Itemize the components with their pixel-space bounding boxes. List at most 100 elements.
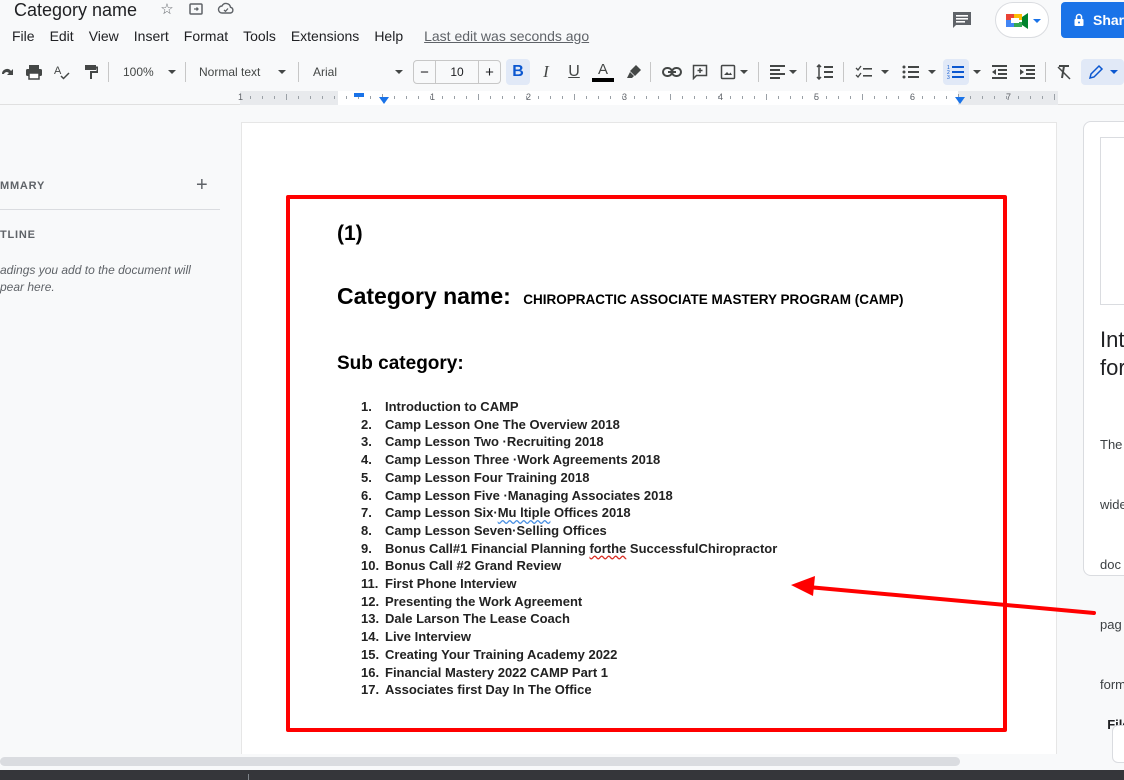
last-edit-link[interactable]: Last edit was seconds ago <box>424 28 589 44</box>
highlight-button[interactable] <box>623 56 645 88</box>
spellcheck-button[interactable]: A <box>52 56 72 88</box>
ruler-tick <box>850 96 851 99</box>
decrease-indent-button[interactable] <box>989 56 1011 88</box>
checklist-icon <box>855 65 872 78</box>
ruler-tick <box>946 96 947 99</box>
side-panel-toggle[interactable] <box>1112 725 1124 763</box>
print-button[interactable] <box>24 56 44 88</box>
first-line-indent-handle[interactable] <box>354 93 364 97</box>
toolbar-divider <box>298 62 299 82</box>
side-card-title: Int for <box>1100 327 1124 380</box>
chevron-down-icon <box>395 70 403 74</box>
toolbar-divider <box>758 62 759 82</box>
insert-image-button[interactable] <box>716 56 752 88</box>
increase-indent-button[interactable] <box>1017 56 1039 88</box>
google-meet-icon <box>1006 13 1041 29</box>
side-card-line: doc <box>1100 557 1121 572</box>
font-select[interactable]: Arial <box>307 56 407 88</box>
ruler-tick <box>514 96 515 99</box>
ruler-tick <box>694 96 695 99</box>
paint-format-button[interactable] <box>82 56 100 88</box>
menu-view[interactable]: View <box>89 28 119 44</box>
paint-format-icon <box>85 65 98 79</box>
zoom-select[interactable]: 100% <box>118 56 180 88</box>
chevron-down-icon <box>1109 70 1118 74</box>
lock-icon <box>1074 13 1084 26</box>
align-button[interactable] <box>766 56 800 88</box>
ruler-tick <box>454 96 455 99</box>
ruler-tick <box>370 96 371 99</box>
ruler-tick <box>1042 96 1043 99</box>
underline-button[interactable]: U <box>563 56 585 88</box>
redo-icon <box>2 69 13 75</box>
side-card-line: form <box>1100 677 1124 692</box>
print-icon <box>26 65 42 80</box>
ruler-tick <box>646 96 647 99</box>
menu-extensions[interactable]: Extensions <box>291 28 359 44</box>
italic-button[interactable]: I <box>535 56 557 88</box>
checklist-button[interactable] <box>851 56 893 88</box>
ruler-number: 1 <box>238 92 244 102</box>
zoom-value: 100% <box>123 65 154 79</box>
toolbar-divider <box>185 62 186 82</box>
ruler-tick <box>910 96 911 99</box>
paragraph-style-select[interactable]: Normal text <box>194 56 290 88</box>
ruler-tick <box>622 96 623 99</box>
ruler-tick <box>802 96 803 99</box>
left-indent-handle[interactable] <box>379 97 389 104</box>
taskbar-divider <box>248 774 249 780</box>
svg-text:A: A <box>54 65 62 77</box>
outline-empty-note: adings you add to the document will pear… <box>0 262 220 296</box>
add-comment-button[interactable] <box>689 56 711 88</box>
ruler-tick <box>586 96 587 99</box>
pencil-icon <box>1088 64 1103 80</box>
ruler-tick <box>538 96 539 99</box>
ruler-tick <box>718 96 719 99</box>
menu-insert[interactable]: Insert <box>134 28 169 44</box>
ruler-tick <box>574 94 575 100</box>
ruler-tick <box>778 96 779 99</box>
ruler-tick <box>862 94 863 100</box>
ruler-tick <box>322 96 323 99</box>
menu-help[interactable]: Help <box>374 28 403 44</box>
clear-formatting-button[interactable] <box>1053 56 1075 88</box>
font-size-input[interactable]: 10 <box>436 61 478 83</box>
menu-file[interactable]: File <box>12 28 35 44</box>
outline-note-line: adings you add to the document will <box>0 263 191 277</box>
toolbar-divider <box>1045 62 1046 82</box>
add-summary-button[interactable]: + <box>196 175 208 195</box>
ruler-tick <box>886 96 887 99</box>
cloud-saved-icon[interactable] <box>217 1 235 19</box>
numbered-list-button[interactable]: 123 <box>943 59 969 85</box>
ruler-tick <box>898 96 899 99</box>
decrease-font-size-button[interactable]: − <box>414 61 436 83</box>
share-button[interactable]: Shar <box>1061 2 1124 38</box>
menu-tools[interactable]: Tools <box>243 28 276 44</box>
editing-mode-button[interactable] <box>1081 59 1124 85</box>
ruler-tick <box>562 96 563 99</box>
outline-note-line: pear here. <box>0 280 55 294</box>
meet-button[interactable] <box>995 2 1049 38</box>
ruler-tick <box>1018 96 1019 99</box>
text-color-swatch <box>592 78 614 82</box>
comment-history-button[interactable] <box>950 8 974 32</box>
ruler-tick <box>310 96 311 99</box>
redo-button[interactable] <box>0 56 16 88</box>
bulleted-list-button[interactable] <box>898 56 940 88</box>
chevron-down-icon <box>973 70 981 74</box>
menu-format[interactable]: Format <box>184 28 228 44</box>
menu-edit[interactable]: Edit <box>50 28 74 44</box>
spellcheck-icon: A <box>54 65 70 80</box>
text-color-button[interactable]: A <box>591 56 615 88</box>
right-indent-handle[interactable] <box>955 97 965 104</box>
move-to-folder-icon[interactable] <box>187 1 205 19</box>
bold-button[interactable]: B <box>506 59 530 85</box>
insert-link-button[interactable] <box>660 56 684 88</box>
document-title[interactable]: Category name <box>14 0 137 21</box>
increase-font-size-button[interactable]: + <box>478 61 500 83</box>
side-card-line: The <box>1100 437 1123 452</box>
star-icon[interactable]: ☆ <box>158 1 176 19</box>
line-spacing-button[interactable] <box>813 56 837 88</box>
numbered-list-options-button[interactable] <box>970 56 984 88</box>
horizontal-scrollbar[interactable] <box>0 757 960 766</box>
